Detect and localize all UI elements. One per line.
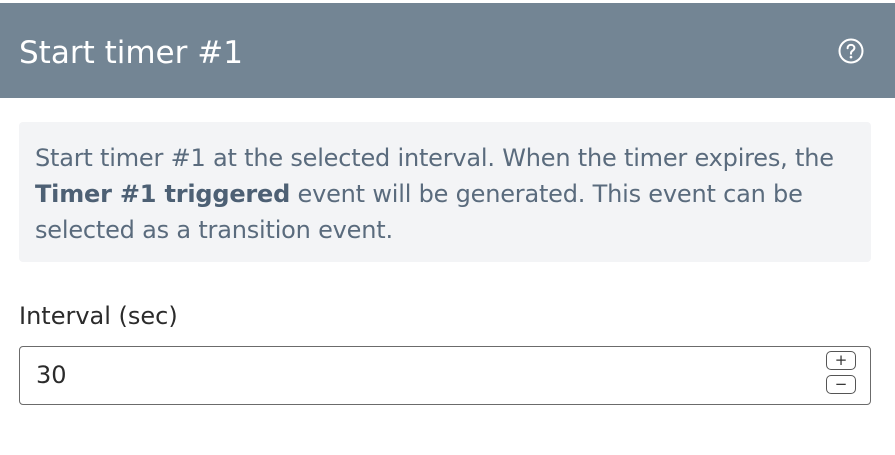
timer-triggered-event-name: Timer #1 triggered [35,180,291,208]
interval-field: + − [19,346,871,405]
dialog-title: Start timer #1 [19,35,243,71]
interval-stepper: + − [826,351,860,399]
decrement-button[interactable]: − [826,375,856,394]
description-box: Start timer #1 at the selected interval.… [19,122,871,262]
increment-button[interactable]: + [826,351,856,370]
dialog-header: Start timer #1 [0,3,895,98]
interval-label: Interval (sec) [19,302,178,330]
plus-icon: + [834,351,848,369]
description-text-part1: Start timer #1 at the selected interval.… [35,144,834,172]
help-icon[interactable] [838,38,864,64]
description-text: Start timer #1 at the selected interval.… [35,140,855,248]
minus-icon: − [834,375,848,393]
interval-input[interactable] [36,347,816,403]
start-timer-dialog: Start timer #1 Start timer #1 at the sel… [0,0,895,455]
question-circle-icon [838,38,864,64]
